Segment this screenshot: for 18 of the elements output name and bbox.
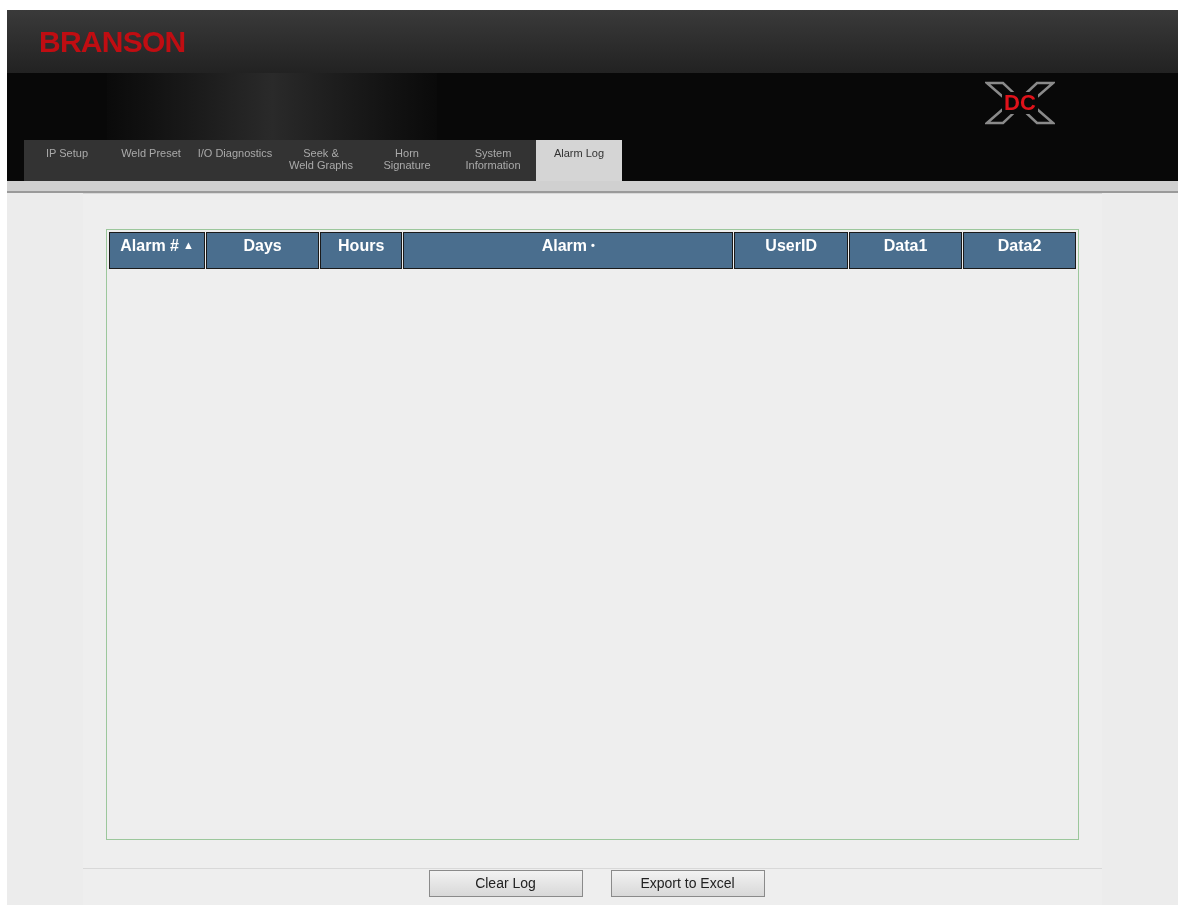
column-header[interactable]: UserID (734, 232, 849, 269)
column-header[interactable]: Days (206, 232, 320, 269)
column-header[interactable]: Data1 (849, 232, 963, 269)
column-header[interactable]: Data2 (963, 232, 1077, 269)
column-header[interactable]: Alarm • (403, 232, 734, 269)
action-button[interactable]: Clear Log (428, 870, 583, 897)
nav-tab[interactable]: Weld Preset (110, 140, 192, 181)
column-header[interactable]: Hours (320, 232, 403, 269)
nav-tab[interactable]: System Information (450, 140, 536, 181)
column-header[interactable]: Alarm # ▲ (109, 232, 206, 269)
nav-tab[interactable]: I/O Diagnostics (192, 140, 278, 181)
nav-tab[interactable]: Horn Signature (364, 140, 450, 181)
product-logo: DC (985, 81, 1055, 125)
nav-tab[interactable]: Seek & Weld Graphs (278, 140, 364, 181)
nav-tab[interactable]: IP Setup (24, 140, 110, 181)
nav-tab[interactable]: Alarm Log (536, 140, 622, 181)
brand-logo: BRANSON (39, 26, 186, 57)
action-button[interactable]: Export to Excel (610, 870, 765, 897)
